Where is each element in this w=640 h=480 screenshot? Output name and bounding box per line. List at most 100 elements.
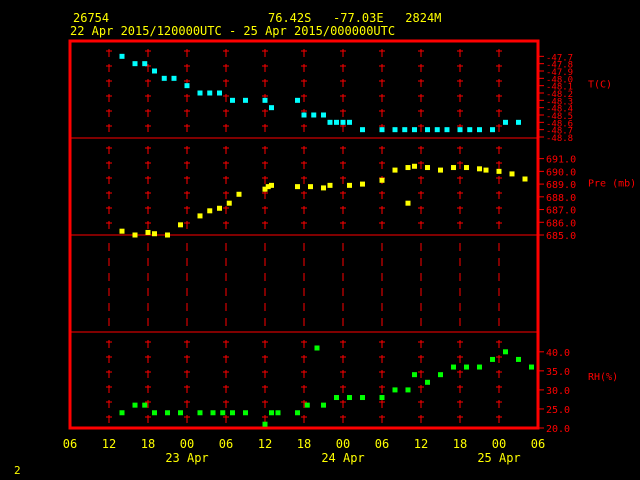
data-point (503, 349, 508, 355)
data-point (451, 165, 456, 171)
data-point (142, 61, 148, 67)
y-tick-label: 691.0 (546, 155, 576, 166)
x-tick-label: 12 (102, 437, 116, 451)
x-date-label: 23 Apr (165, 451, 208, 465)
series-label: Pre (mb) (588, 179, 636, 190)
data-point (360, 127, 365, 133)
data-point (243, 410, 248, 416)
data-point (327, 182, 333, 188)
data-point (347, 395, 352, 401)
data-point (509, 171, 515, 177)
x-tick-label: 12 (414, 437, 428, 451)
data-point (438, 167, 443, 173)
x-tick-label: 00 (492, 437, 506, 451)
y-tick-label: 690.0 (546, 167, 576, 178)
data-point (210, 410, 216, 416)
data-point (451, 364, 456, 370)
data-point (165, 410, 170, 416)
data-point (119, 53, 125, 59)
data-point (132, 61, 138, 67)
data-point (161, 75, 167, 81)
data-point (243, 97, 248, 103)
data-point (379, 177, 385, 183)
x-date-label: 25 Apr (477, 451, 520, 465)
data-point (119, 228, 125, 234)
data-point (529, 364, 534, 370)
data-point (207, 90, 213, 96)
data-point (142, 402, 148, 408)
data-point (438, 372, 443, 378)
data-point (464, 165, 469, 171)
y-tick-label: 20.0 (546, 424, 570, 435)
data-point (405, 387, 411, 393)
data-point (269, 105, 274, 111)
text-layer: 06 12 18 00 06 12 18 00 06 12 18 00 06 23 Apr 24 Apr 25… (63, 53, 636, 465)
x-tick-label: 00 (180, 437, 194, 451)
data-point (379, 395, 385, 401)
x-tick-label: 18 (297, 437, 311, 451)
data-point (425, 165, 430, 171)
x-tick-label: 18 (141, 437, 155, 451)
data-point (275, 410, 281, 416)
data-point (178, 222, 183, 228)
data-point (425, 379, 430, 385)
data-point (132, 402, 138, 408)
data-point (477, 166, 482, 172)
data-point (496, 168, 502, 174)
data-point (295, 184, 300, 190)
x-tick-label: 12 (258, 437, 272, 451)
data-point (321, 402, 326, 408)
data-point (184, 83, 190, 89)
data-point (230, 410, 235, 416)
y-tick-label: -48.8 (546, 134, 573, 144)
data-point (490, 127, 495, 133)
data-point (269, 410, 274, 416)
y-tick-label: 689.0 (546, 180, 576, 191)
data-point (360, 395, 365, 401)
data-point (295, 410, 300, 416)
data-point (220, 410, 226, 416)
data-point (412, 372, 417, 378)
data-point (412, 163, 417, 169)
data-point (379, 127, 385, 133)
y-tick-label: 35.0 (546, 367, 570, 378)
data-point (402, 127, 408, 133)
data-point (230, 97, 235, 103)
data-point (321, 112, 326, 118)
data-point (197, 213, 203, 219)
data-point (434, 127, 440, 133)
data-point (217, 205, 222, 211)
x-tick-label: 00 (336, 437, 350, 451)
x-tick-label: 06 (531, 437, 545, 451)
data-point (425, 127, 430, 133)
data-point (392, 387, 398, 393)
data-point (516, 356, 521, 362)
data-point (334, 395, 339, 401)
data-point (217, 90, 222, 96)
data-point (311, 112, 317, 118)
grid-layer (70, 49, 544, 429)
series-label: RH(%) (588, 372, 618, 383)
data-point (444, 127, 450, 133)
data-point (340, 119, 346, 125)
x-tick-label: 06 (375, 437, 389, 451)
data-point (490, 356, 495, 362)
data-point (464, 364, 469, 370)
x-tick-label: 06 (63, 437, 77, 451)
data-point (119, 410, 125, 416)
data-point (226, 200, 232, 206)
data-point (197, 90, 203, 96)
y-tick-label: 30.0 (546, 386, 570, 397)
data-point (334, 119, 339, 125)
data-point (457, 127, 463, 133)
data-point (467, 127, 473, 133)
data-point (178, 410, 183, 416)
x-tick-label: 06 (219, 437, 233, 451)
data-point (392, 127, 398, 133)
data-point (477, 127, 482, 133)
y-tick-label: 686.0 (546, 218, 576, 229)
data-point (321, 185, 326, 191)
data-point (347, 119, 352, 125)
x-date-label: 24 Apr (321, 451, 364, 465)
data-point (516, 119, 521, 125)
